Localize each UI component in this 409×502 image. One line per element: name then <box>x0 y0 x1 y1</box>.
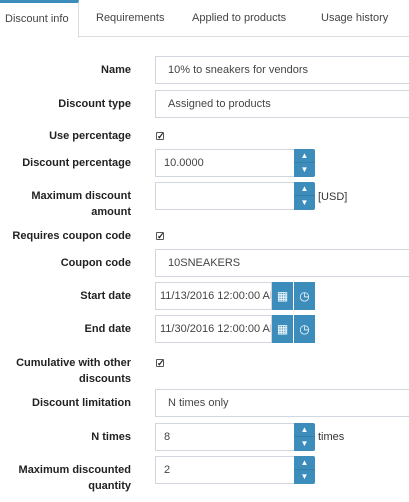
maximum-discount-amount-spinner: ▲ ▼ <box>294 182 315 210</box>
maximum-discounted-quantity-spinner: ▲ ▼ <box>294 456 315 484</box>
spinner-down-icon[interactable]: ▼ <box>294 437 315 451</box>
n-times-input[interactable]: 8 <box>155 423 295 451</box>
calendar-icon[interactable]: ▦ <box>272 315 293 343</box>
use-percentage-checkbox[interactable]: ✓ <box>156 132 165 141</box>
maximum-discount-amount-input[interactable] <box>155 182 295 210</box>
discount-percentage-label: Discount percentage <box>22 157 131 169</box>
clock-icon[interactable]: ◷ <box>294 282 315 310</box>
discount-type-label: Discount type <box>58 98 131 110</box>
clock-icon[interactable]: ◷ <box>294 315 315 343</box>
tab-applied-to-products[interactable]: Applied to products <box>192 0 286 37</box>
use-percentage-label: Use percentage <box>49 130 131 142</box>
maximum-discounted-quantity-label: Maximum discounted quantity <box>18 464 131 492</box>
times-suffix: times <box>318 431 345 443</box>
cumulative-checkbox[interactable]: ✓ <box>156 359 165 368</box>
spinner-up-icon[interactable]: ▲ <box>294 423 315 437</box>
name-label: Name <box>101 64 131 76</box>
n-times-spinner: ▲ ▼ <box>294 423 315 451</box>
spinner-up-icon[interactable]: ▲ <box>294 182 315 196</box>
end-date-input[interactable]: 11/30/2016 12:00:00 AM <box>155 315 272 343</box>
spinner-down-icon[interactable]: ▼ <box>294 470 315 484</box>
start-date-label: Start date <box>80 290 131 302</box>
tab-usage-history[interactable]: Usage history <box>321 0 388 37</box>
tab-discount-info[interactable]: Discount info <box>0 0 79 38</box>
n-times-label: N times <box>91 431 131 443</box>
coupon-code-input[interactable]: 10SNEAKERS <box>155 249 409 277</box>
start-date-input[interactable]: 11/13/2016 12:00:00 AM <box>155 282 272 310</box>
maximum-discounted-quantity-input[interactable]: 2 <box>155 456 295 484</box>
spinner-up-icon[interactable]: ▲ <box>294 149 315 163</box>
discount-limitation-label: Discount limitation <box>32 397 131 409</box>
requires-coupon-code-label: Requires coupon code <box>12 230 131 242</box>
calendar-icon[interactable]: ▦ <box>272 282 293 310</box>
requires-coupon-code-checkbox[interactable]: ✓ <box>156 232 165 241</box>
tab-requirements[interactable]: Requirements <box>96 0 164 37</box>
name-input[interactable]: 10% to sneakers for vendors <box>155 56 409 84</box>
discount-percentage-input[interactable]: 10.0000 <box>155 149 295 177</box>
discount-percentage-spinner: ▲ ▼ <box>294 149 315 177</box>
spinner-down-icon[interactable]: ▼ <box>294 196 315 210</box>
tab-bar: Discount info Requirements Applied to pr… <box>0 0 409 38</box>
discount-type-select[interactable]: Assigned to products <box>155 90 409 118</box>
currency-suffix: [USD] <box>318 191 348 203</box>
cumulative-label: Cumulative with other discounts <box>16 357 131 385</box>
end-date-label: End date <box>84 323 131 335</box>
spinner-down-icon[interactable]: ▼ <box>294 163 315 177</box>
spinner-up-icon[interactable]: ▲ <box>294 456 315 470</box>
coupon-code-label: Coupon code <box>60 257 131 269</box>
discount-limitation-select[interactable]: N times only <box>155 389 409 417</box>
maximum-discount-amount-label: Maximum discount amount <box>31 190 131 218</box>
